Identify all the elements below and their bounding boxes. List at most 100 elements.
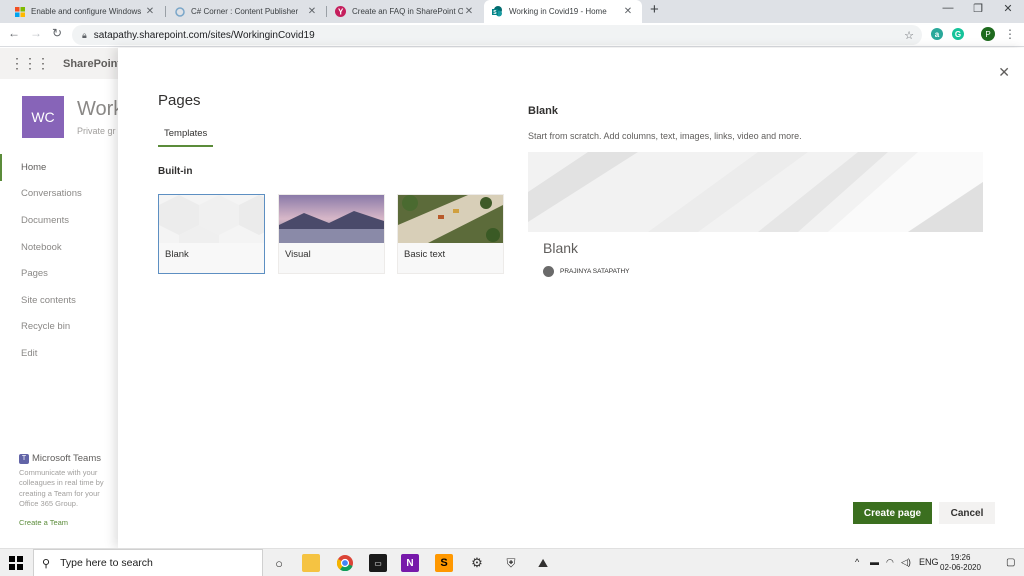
left-navigation: Home Conversations Documents Notebook Pa… bbox=[0, 154, 118, 367]
tray-chevron-icon[interactable]: ^ bbox=[855, 557, 859, 567]
browser-tab[interactable]: C# Corner : Content Publisher ✕ bbox=[166, 0, 326, 23]
browser-tab-active[interactable]: S Working in Covid19 - Home ✕ bbox=[484, 0, 642, 23]
nav-item-recycle-bin[interactable]: Recycle bin bbox=[0, 314, 118, 341]
nav-item-conversations[interactable]: Conversations bbox=[0, 181, 118, 208]
browser-toolbar: ← → ↻ 🔒︎ satapathy.sharepoint.com/sites/… bbox=[0, 23, 1024, 47]
sublime-text-icon[interactable]: S bbox=[435, 554, 453, 572]
site-name: Work bbox=[77, 98, 124, 120]
cancel-button[interactable]: Cancel bbox=[939, 502, 995, 524]
browser-tab[interactable]: Enable and configure Windows D ✕ bbox=[6, 0, 164, 23]
teams-icon: T bbox=[19, 454, 29, 465]
forward-icon[interactable]: → bbox=[27, 26, 45, 40]
teams-description: Communicate with your colleagues in real… bbox=[19, 467, 104, 509]
onenote-icon[interactable]: N bbox=[401, 554, 419, 572]
profile-avatar[interactable]: P bbox=[981, 27, 995, 41]
close-tab-icon[interactable]: ✕ bbox=[622, 6, 634, 17]
nav-item-pages[interactable]: Pages bbox=[0, 260, 118, 287]
preview-description: Start from scratch. Add columns, text, i… bbox=[528, 131, 802, 141]
teams-promo: T Microsoft Teams Communicate with your … bbox=[19, 453, 114, 529]
lock-icon: 🔒︎ bbox=[82, 29, 87, 40]
grammarly-g-extension-icon[interactable]: G bbox=[952, 28, 964, 40]
url-text: satapathy.sharepoint.com/sites/Workingin… bbox=[93, 29, 315, 41]
close-tab-icon[interactable]: ✕ bbox=[306, 6, 318, 17]
clock-date: 02-06-2020 bbox=[940, 563, 981, 572]
section-heading: Built-in bbox=[158, 166, 193, 177]
template-label: Visual bbox=[285, 249, 311, 260]
nav-item-site-contents[interactable]: Site contents bbox=[0, 287, 118, 314]
maximize-icon[interactable]: ❐ bbox=[968, 2, 988, 15]
address-bar[interactable]: 🔒︎ satapathy.sharepoint.com/sites/Workin… bbox=[72, 25, 922, 45]
nav-item-notebook[interactable]: Notebook bbox=[0, 234, 118, 261]
volume-icon[interactable]: ◁) bbox=[901, 557, 911, 568]
close-panel-icon[interactable]: ✕ bbox=[998, 64, 1010, 81]
svg-text:Y: Y bbox=[338, 8, 344, 17]
windows-logo-icon bbox=[14, 6, 25, 17]
template-label: Basic text bbox=[404, 249, 446, 260]
search-icon: ⚲ bbox=[42, 557, 51, 570]
preview-image bbox=[528, 152, 983, 232]
tab-title: Create an FAQ in SharePoint Onli bbox=[352, 7, 463, 16]
settings-gear-icon[interactable]: ⚙ bbox=[468, 554, 486, 572]
panel-title: Pages bbox=[158, 92, 201, 109]
preview-card-title: Blank bbox=[543, 240, 579, 256]
site-logo[interactable]: WC bbox=[22, 96, 64, 138]
basic-text-thumbnail bbox=[398, 195, 503, 243]
teams-promo-header: T Microsoft Teams bbox=[19, 453, 114, 465]
window-close-icon[interactable]: ✕ bbox=[998, 2, 1018, 15]
minimize-icon[interactable]: — bbox=[938, 2, 958, 14]
nav-item-edit[interactable]: Edit bbox=[0, 340, 118, 367]
close-tab-icon[interactable]: ✕ bbox=[144, 6, 156, 17]
app-name[interactable]: SharePoint bbox=[63, 58, 121, 70]
battery-icon[interactable]: ▬ bbox=[870, 557, 879, 567]
csharp-corner-icon bbox=[174, 6, 185, 17]
create-page-button[interactable]: Create page bbox=[853, 502, 932, 524]
nav-item-documents[interactable]: Documents bbox=[0, 207, 118, 234]
template-card-visual[interactable]: Visual bbox=[278, 194, 385, 274]
template-label: Blank bbox=[165, 249, 189, 260]
back-icon[interactable]: ← bbox=[5, 26, 23, 40]
tab-title: Working in Covid19 - Home bbox=[509, 7, 607, 16]
notifications-icon[interactable]: ▢ bbox=[1006, 557, 1015, 568]
blank-thumbnail bbox=[159, 195, 264, 243]
clock[interactable]: 19:26 02-06-2020 bbox=[940, 553, 981, 573]
yammer-icon: Y bbox=[335, 6, 346, 17]
site-privacy-label: Private gr bbox=[77, 126, 116, 136]
grammarly-extension-icon[interactable]: a bbox=[931, 28, 943, 40]
reload-icon[interactable]: ↻ bbox=[48, 26, 66, 40]
tab-title: Enable and configure Windows D bbox=[31, 7, 144, 16]
suite-bar: ⋮⋮⋮ SharePoint bbox=[0, 48, 121, 79]
chrome-menu-icon[interactable]: ⋮ bbox=[1004, 27, 1016, 41]
visual-thumbnail bbox=[279, 195, 384, 243]
file-explorer-icon[interactable] bbox=[302, 554, 320, 572]
new-page-panel: ✕ Pages Templates Built-in Blank Visual … bbox=[118, 48, 1024, 548]
start-button[interactable] bbox=[9, 556, 23, 570]
browser-tab-strip: Enable and configure Windows D ✕ C# Corn… bbox=[0, 0, 1024, 23]
tab-title: C# Corner : Content Publisher bbox=[191, 7, 299, 16]
preview-author: PRAJINYA SATAPATHY bbox=[543, 266, 629, 277]
author-name: PRAJINYA SATAPATHY bbox=[560, 268, 630, 275]
teams-title: Microsoft Teams bbox=[32, 453, 101, 464]
wifi-icon[interactable]: ◠ bbox=[886, 557, 894, 568]
template-card-basic-text[interactable]: Basic text bbox=[397, 194, 504, 274]
search-placeholder: Type here to search bbox=[60, 557, 153, 569]
language-indicator[interactable]: ENG bbox=[919, 557, 939, 567]
terminal-icon[interactable]: ▭ bbox=[369, 554, 387, 572]
preview-title: Blank bbox=[528, 105, 558, 117]
new-tab-icon[interactable]: + bbox=[650, 1, 659, 18]
create-team-link[interactable]: Create a Team bbox=[19, 518, 114, 529]
bookmark-star-icon[interactable]: ☆ bbox=[904, 29, 914, 42]
task-view-icon[interactable]: ○ bbox=[270, 554, 288, 572]
close-tab-icon[interactable]: ✕ bbox=[463, 6, 475, 17]
browser-tab[interactable]: Y Create an FAQ in SharePoint Onli ✕ bbox=[327, 0, 483, 23]
chrome-icon[interactable] bbox=[336, 554, 354, 572]
nav-item-home[interactable]: Home bbox=[0, 154, 118, 181]
template-card-blank[interactable]: Blank bbox=[158, 194, 265, 274]
windows-taskbar: ⚲ Type here to search ○ ▭ N S ⚙ ⛨ ⛰ ^ ▬ … bbox=[0, 548, 1024, 576]
security-shield-icon[interactable]: ⛨ bbox=[502, 554, 520, 572]
photos-icon[interactable]: ⛰ bbox=[534, 554, 552, 572]
taskbar-search-box[interactable]: ⚲ Type here to search bbox=[33, 549, 263, 576]
author-avatar bbox=[543, 266, 554, 277]
tab-templates[interactable]: Templates bbox=[158, 128, 214, 147]
app-launcher-icon[interactable]: ⋮⋮⋮ bbox=[10, 55, 50, 72]
clock-time: 19:26 bbox=[950, 553, 971, 562]
